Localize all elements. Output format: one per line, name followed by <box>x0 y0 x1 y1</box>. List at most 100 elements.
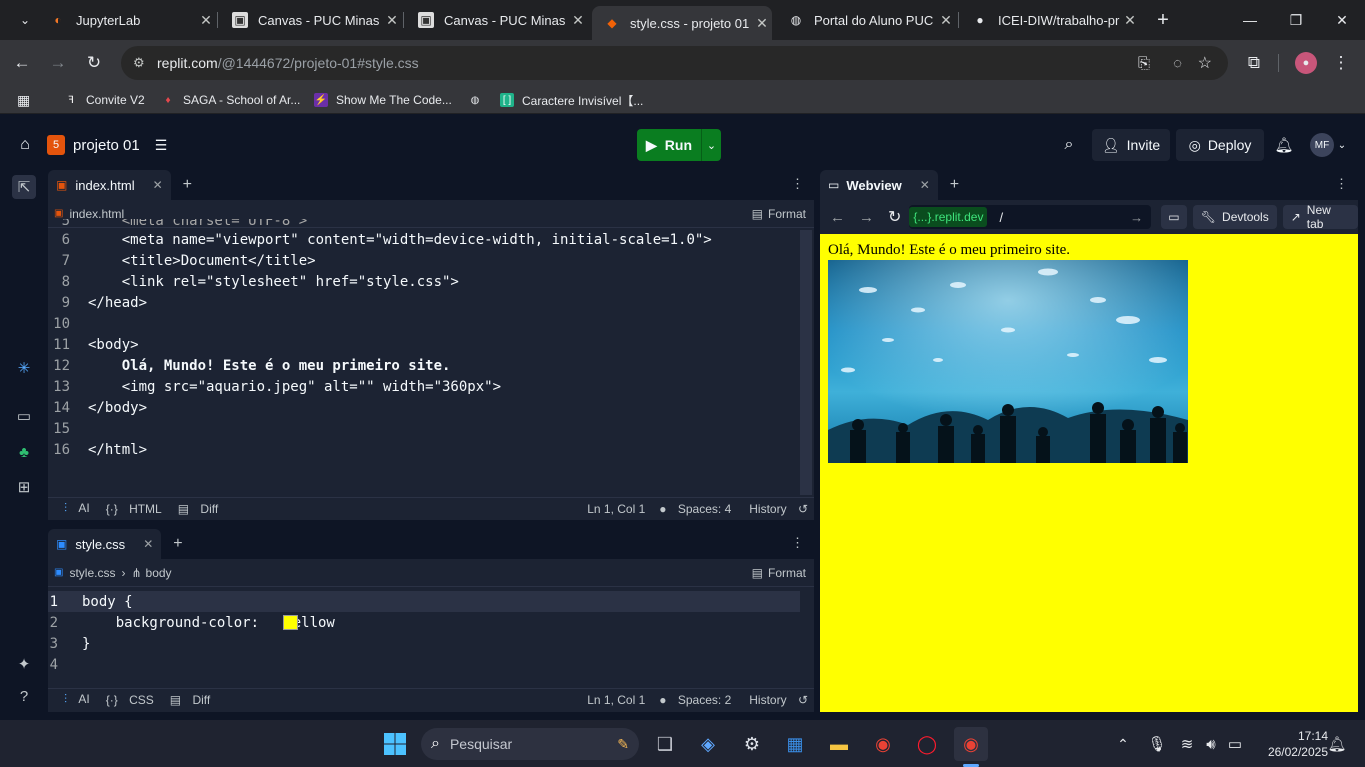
history-button[interactable]: History ↺ <box>741 502 808 516</box>
deploy-button[interactable]: ◎ Deploy <box>1176 129 1264 161</box>
avatar-menu-icon[interactable]: ⌄ <box>1336 137 1348 153</box>
new-tab-button[interactable]: ↗ New tab <box>1282 203 1359 231</box>
forward-button[interactable]: → <box>859 209 874 226</box>
help-icon[interactable]: ? <box>12 684 36 708</box>
language-button[interactable]: {·} HTML <box>98 502 162 516</box>
bookmark-show-me-the-code[interactable]: ⚡ Show Me The Code... <box>314 90 452 110</box>
breadcrumb-file[interactable]: style.css <box>69 566 115 580</box>
file-explorer-icon[interactable]: ▬ <box>822 727 856 761</box>
microphone-icon[interactable]: 🎙︎ <box>1140 727 1174 761</box>
devtools-button[interactable]: 🔧︎ Devtools <box>1192 205 1277 229</box>
bookmark-convite[interactable]: ꟻ Convite V2 <box>64 90 145 110</box>
windows-start-icon[interactable] <box>378 727 412 761</box>
history-button[interactable]: History ↺ <box>741 693 808 707</box>
pane-menu-icon[interactable]: ⋮ <box>791 535 804 551</box>
task-view-icon[interactable]: ❑ <box>648 727 682 761</box>
run-options-button[interactable]: ⌄ <box>701 129 721 161</box>
tab-webview[interactable]: ▭ Webview ✕ <box>820 170 938 200</box>
battery-icon[interactable]: ▭ <box>1218 727 1252 761</box>
back-button[interactable]: ← <box>830 209 845 226</box>
search-icon[interactable]: ⌕ <box>1058 134 1080 156</box>
tab-style-css[interactable]: ▣ style.css ✕ <box>48 529 162 559</box>
reload-button[interactable]: ↻ <box>81 50 107 76</box>
language-button[interactable]: {·} CSS <box>98 693 154 707</box>
clock[interactable]: 17:14 26/02/2025 <box>1256 728 1328 760</box>
close-icon[interactable]: ✕ <box>382 12 402 29</box>
cursor-position[interactable]: Ln 1, Col 1 <box>587 502 645 516</box>
settings-gear-icon[interactable]: ⚙ <box>735 727 769 761</box>
minimize-button[interactable]: — <box>1227 0 1273 40</box>
browser-tab-canvas-1[interactable]: ▣ Canvas - PUC Minas ✕ <box>220 0 402 40</box>
explorer-icon[interactable]: ⇱ <box>12 175 36 199</box>
taskbar-search[interactable]: ⌕ Pesquisar ✎ <box>421 728 639 760</box>
copilot-icon[interactable]: ◈ <box>691 727 725 761</box>
scrollbar[interactable] <box>800 230 812 495</box>
forward-button[interactable]: → <box>45 50 71 76</box>
browser-tab-portal[interactable]: ◍ Portal do Aluno PUC ✕ <box>776 0 956 40</box>
ai-button[interactable]: ⫶ AI <box>56 501 90 516</box>
close-icon[interactable]: ✕ <box>153 178 163 192</box>
site-info-icon[interactable]: ⚙ <box>133 55 145 71</box>
close-icon[interactable]: ✕ <box>936 12 956 29</box>
diff-button[interactable]: ▤ Diff <box>162 693 210 707</box>
close-icon[interactable]: ✕ <box>920 178 930 192</box>
tray-overflow-icon[interactable]: ⌃ <box>1106 727 1140 761</box>
invite-button[interactable]: 👤︎ Invite <box>1092 129 1170 161</box>
css-code-area[interactable]: 1 body { 2 background-color: yellow 3} 4 <box>48 591 800 675</box>
go-icon[interactable]: → <box>1130 210 1143 225</box>
opera-icon[interactable]: ◯ <box>910 727 944 761</box>
store-icon[interactable]: ▦ <box>778 727 812 761</box>
color-swatch[interactable] <box>283 615 298 630</box>
notification-bell-icon[interactable]: 🔔︎ <box>1320 727 1354 761</box>
close-icon[interactable]: ✕ <box>752 15 772 32</box>
close-window-button[interactable]: ✕ <box>1319 0 1365 40</box>
profile-avatar[interactable]: ● <box>1295 52 1317 74</box>
star-icon[interactable]: ☆ <box>1198 53 1212 73</box>
cursor-position[interactable]: Ln 1, Col 1 <box>587 693 645 707</box>
chrome-profile-icon[interactable]: ◉ <box>954 727 988 761</box>
close-icon[interactable]: ✕ <box>568 12 588 29</box>
extensions-icon[interactable]: ⧉ <box>1241 50 1267 76</box>
chrome-icon[interactable]: ◉ <box>866 727 900 761</box>
html-code-area[interactable]: 5 <meta charset="UTF-8"> 6 <meta name="v… <box>48 219 800 497</box>
bookmark-caractere[interactable]: [ ] Caractere Invisível【... <box>500 90 643 110</box>
close-icon[interactable]: ✕ <box>1120 12 1140 29</box>
agent-icon[interactable]: ✳ <box>12 356 36 380</box>
tools-grid-icon[interactable]: ⊞ <box>12 475 36 499</box>
browser-tab-github[interactable]: ● ICEI-DIW/trabalho-pr ✕ <box>960 0 1140 40</box>
run-button[interactable]: ▶ Run <box>637 129 701 161</box>
browser-tab-canvas-2[interactable]: ▣ Canvas - PUC Minas ✕ <box>406 0 588 40</box>
bookmark-saga[interactable]: ♦ SAGA - School of Ar... <box>161 90 300 110</box>
device-icon[interactable]: ▭ <box>1161 205 1187 229</box>
ai-button[interactable]: ⫶ AI <box>56 692 90 707</box>
bookmark-globe[interactable]: ◍ <box>468 90 490 110</box>
indent-setting[interactable]: ● Spaces: 2 <box>659 693 731 707</box>
menu-icon[interactable]: ⋮ <box>1328 50 1354 76</box>
restore-button[interactable]: ❐ <box>1273 0 1319 40</box>
webview-url-bar[interactable]: {...}.replit.dev / → <box>909 205 1152 229</box>
pane-menu-icon[interactable]: ⋮ <box>791 176 804 192</box>
pane-menu-icon[interactable]: ⋮ <box>1335 176 1348 192</box>
avatar[interactable]: MF <box>1310 133 1334 157</box>
close-icon[interactable]: ✕ <box>143 537 153 551</box>
diff-button[interactable]: ▤ Diff <box>170 502 218 516</box>
indent-setting[interactable]: ● Spaces: 4 <box>659 502 731 516</box>
home-icon[interactable]: ⌂ <box>14 134 36 156</box>
deployments-icon[interactable]: ♣ <box>12 440 36 464</box>
eye-off-icon[interactable]: ◌ <box>1173 55 1182 72</box>
add-tab-icon[interactable]: + <box>950 170 959 200</box>
close-icon[interactable]: ✕ <box>196 12 216 29</box>
format-button[interactable]: ▤ Format <box>752 566 806 580</box>
breadcrumb-selector[interactable]: body <box>146 566 172 580</box>
bell-icon[interactable]: 🔔︎ <box>1273 134 1295 156</box>
browser-tab-replit-active[interactable]: ◆ style.css - projeto 01 ✕ <box>592 6 772 40</box>
back-button[interactable]: ← <box>9 50 35 76</box>
browser-tab-jupyterlab[interactable]: ◐ JupyterLab ✕ <box>38 0 216 40</box>
project-info-icon[interactable]: ☰ <box>150 134 172 156</box>
apps-icon[interactable]: ▦ <box>17 90 30 110</box>
reload-button[interactable]: ↻ <box>888 207 901 227</box>
sparkle-icon[interactable]: ✦ <box>12 652 36 676</box>
install-app-icon[interactable]: ⎘ <box>1138 55 1150 72</box>
add-tab-icon[interactable]: + <box>183 170 192 200</box>
address-bar[interactable]: ⚙ replit.com/@1444672/projeto-01#style.c… <box>121 46 1228 80</box>
